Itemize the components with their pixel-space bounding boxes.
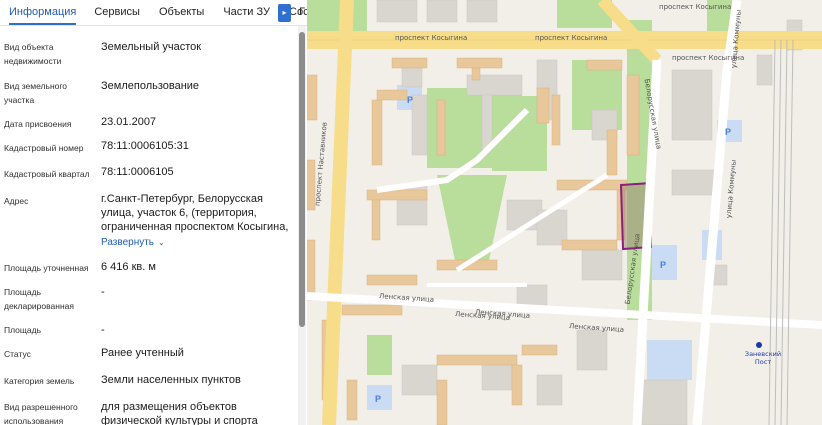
field-label: Адрес bbox=[4, 196, 29, 206]
parking-icon: P bbox=[725, 127, 731, 137]
station-marker bbox=[756, 342, 762, 348]
parking-icon: P bbox=[375, 394, 381, 404]
chevron-down-icon: ⌄ bbox=[158, 238, 165, 247]
field-value: - bbox=[101, 324, 105, 336]
street-label: проспект Косыгина bbox=[659, 3, 732, 11]
field-value: 23.01.2007 bbox=[101, 116, 157, 128]
field-label: Вид объекта недвижимости bbox=[4, 42, 62, 66]
tab-bar: Информация Сервисы Объекты Части ЗУ Сост… bbox=[0, 0, 307, 26]
station-label: Заневский Пост bbox=[744, 350, 782, 366]
info-panel: Информация Сервисы Объекты Части ЗУ Сост… bbox=[0, 0, 307, 425]
field-value: для размещения объектов физической культ… bbox=[101, 401, 258, 425]
field-label: Категория земель bbox=[4, 376, 75, 386]
field-value: - bbox=[101, 286, 105, 298]
field-label: Кадастровый квартал bbox=[4, 169, 90, 179]
field-value: Ранее учтенный bbox=[101, 347, 184, 359]
field-label: Площадь bbox=[4, 325, 42, 335]
field-label: Площадь декларированная bbox=[4, 287, 74, 311]
field-value: 6 416 кв. м bbox=[101, 261, 156, 273]
tab-info[interactable]: Информация bbox=[9, 6, 77, 25]
tab-overflow-label: Г bbox=[299, 6, 305, 18]
map-view[interactable]: P P P P проспект Косыгина проспект Косыг… bbox=[307, 0, 822, 425]
arrow-right-icon: ▸ bbox=[282, 8, 287, 17]
field-label: Кадастровый номер bbox=[4, 143, 84, 153]
parking-icon: P bbox=[660, 260, 666, 270]
field-label: Статус bbox=[4, 349, 31, 359]
tabs-next-button[interactable]: ▸ bbox=[278, 4, 291, 22]
tab-parts[interactable]: Части ЗУ bbox=[223, 6, 270, 25]
tab-services[interactable]: Сервисы bbox=[94, 6, 140, 25]
field-value: 78:11:0006105 bbox=[101, 166, 174, 178]
tab-objects[interactable]: Объекты bbox=[159, 6, 204, 25]
field-label: Дата присвоения bbox=[4, 119, 72, 129]
street-label: проспект Косыгина bbox=[535, 34, 608, 42]
field-value: Землепользование bbox=[101, 80, 200, 92]
field-label: Вид разрешенного использования bbox=[4, 402, 78, 425]
field-label: Площадь уточненная bbox=[4, 263, 89, 273]
field-value: Земли населенных пунктов bbox=[101, 374, 241, 386]
address-expand-link[interactable]: Развернуть ⌄ bbox=[101, 235, 293, 250]
field-value: г.Санкт-Петербург, Белорусская улица, уч… bbox=[101, 193, 289, 233]
parking-icon: P bbox=[407, 95, 413, 105]
field-value: 78:11:0006105:31 bbox=[101, 140, 189, 152]
street-label: проспект Косыгина bbox=[395, 34, 468, 42]
field-value: Земельный участок bbox=[101, 41, 202, 53]
scrollbar-thumb[interactable] bbox=[299, 32, 305, 327]
field-label: Вид земельного участка bbox=[4, 81, 68, 105]
